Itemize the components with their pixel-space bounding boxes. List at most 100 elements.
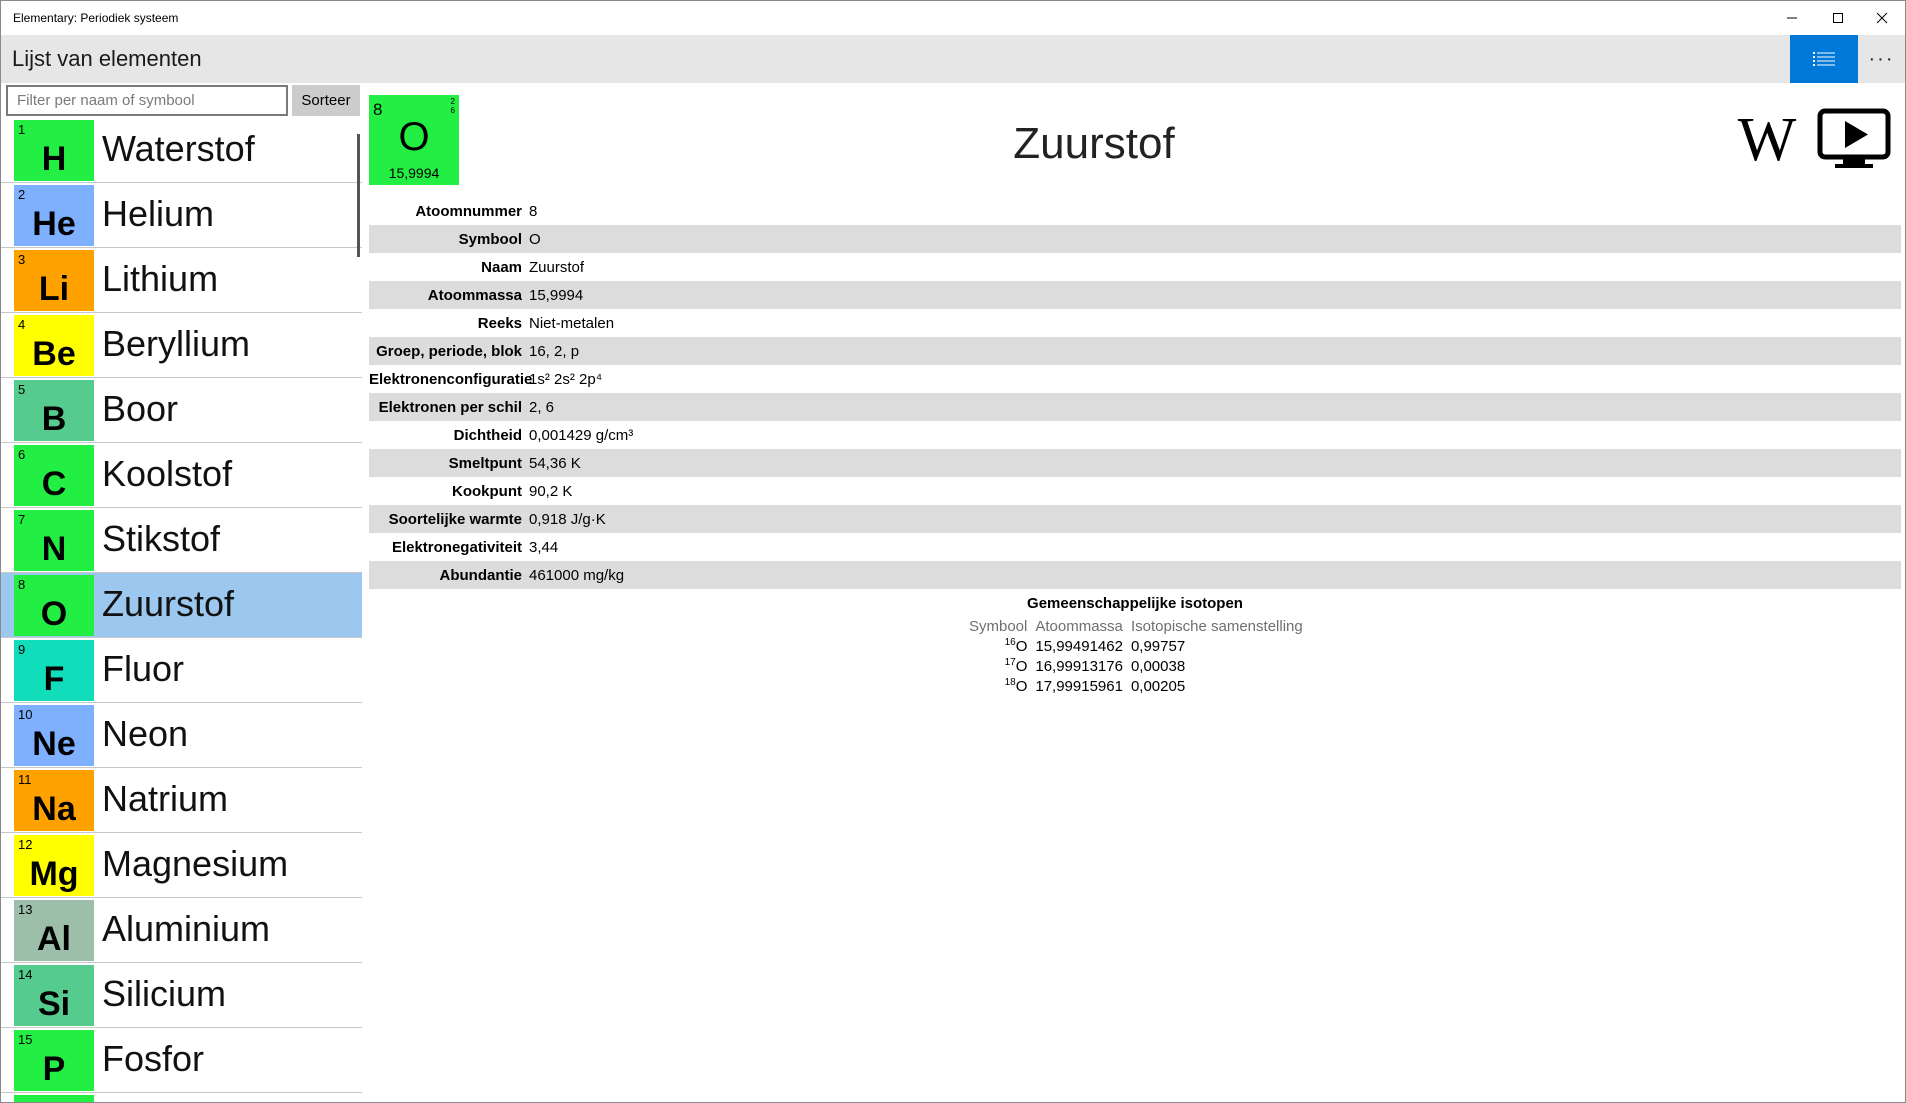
element-list-item[interactable]: 15 P Fosfor [1, 1028, 362, 1093]
element-name: Natrium [102, 778, 229, 819]
element-list-item[interactable]: 5 B Boor [1, 378, 362, 443]
property-value: 15,9994 [529, 286, 584, 304]
element-list-item[interactable]: 4 Be Beryllium [1, 313, 362, 378]
element-list-item[interactable]: 6 C Koolstof [1, 443, 362, 508]
element-number: 11 [18, 772, 32, 787]
element-symbol: H [41, 140, 67, 178]
element-number: 5 [18, 382, 26, 397]
property-row: Elektronegativiteit 3,44 [369, 533, 1901, 561]
video-play-icon[interactable] [1817, 108, 1891, 170]
element-list-item[interactable]: 11 Na Natrium [1, 768, 362, 833]
element-list-item[interactable]: 3 Li Lithium [1, 248, 362, 313]
element-number: 15 [18, 1032, 33, 1047]
element-symbol: F [43, 660, 65, 698]
isotope-symbol-text: O [1015, 678, 1028, 695]
minimize-icon [1787, 17, 1797, 19]
element-tile: 14 Si [14, 965, 94, 1026]
isotope-row: 18O 17,99915961 0,00205 [965, 677, 1307, 697]
element-number: 8 [18, 577, 26, 592]
element-list[interactable]: 1 H Waterstof 2 He Helium 3 Li Lithium 4 Be Berylli… [1, 118, 362, 1102]
property-label: Elektronen per schil [378, 398, 522, 416]
isotope-symbol-text: O [1015, 658, 1028, 675]
element-number: 6 [18, 447, 26, 462]
property-label: Kookpunt [452, 482, 522, 500]
property-label: Groep, periode, blok [376, 342, 522, 360]
minimize-button[interactable] [1769, 1, 1815, 35]
property-value: 8 [529, 202, 538, 220]
property-row: Soortelijke warmte 0,918 J/g·K [369, 505, 1901, 533]
element-symbol: P [42, 1050, 66, 1088]
property-value: 90,2 K [529, 482, 573, 500]
property-value: O [529, 230, 541, 248]
property-row: Smeltpunt 54,36 K [369, 449, 1901, 477]
element-name: Zuurstof [102, 583, 235, 624]
property-label: Abundantie [439, 566, 523, 584]
element-name-title: Zuurstof [1013, 119, 1175, 168]
element-number: 13 [18, 902, 33, 917]
sort-button[interactable]: Sorteer [292, 85, 360, 116]
element-name: Aluminium [102, 908, 271, 949]
filter-input[interactable] [6, 85, 288, 116]
isotopes-section: Gemeenschappelijke isotopen Symbool Atoo… [369, 595, 1901, 697]
list-scrollbar[interactable] [357, 134, 360, 257]
isotope-symbol: 18O [965, 677, 1031, 697]
property-label: Atoomnummer [415, 202, 522, 220]
element-number: 9 [18, 642, 26, 657]
wikipedia-icon[interactable]: W [1731, 109, 1803, 171]
element-tile: 8O [14, 575, 94, 636]
element-symbol: C [41, 465, 67, 503]
property-value: Niet-metalen [529, 314, 615, 332]
property-row: Symbool O [369, 225, 1901, 253]
isotope-symbol-text: O [1015, 638, 1028, 655]
property-row: Reeks Niet-metalen [369, 309, 1901, 337]
element-list-item[interactable]: 12 Mg Magnesium [1, 833, 362, 898]
element-name: Fluor [102, 648, 185, 689]
app-header: Lijst van elementen ··· [1, 35, 1905, 83]
element-list-item[interactable]: 14 Si Silicium [1, 963, 362, 1028]
element-number: 7 [18, 512, 26, 527]
maximize-button[interactable] [1815, 1, 1861, 35]
element-tile: 4 Be [14, 315, 94, 376]
property-value: 54,36 K [529, 454, 581, 472]
element-tile: 10 Ne [14, 705, 94, 766]
property-value: 0,001429 g/cm³ [529, 426, 634, 444]
element-list-item[interactable]: 2 He Helium [1, 183, 362, 248]
element-list-item[interactable]: 13 Al Aluminium [1, 898, 362, 963]
isotope-composition: 0,00038 [1130, 658, 1186, 675]
isotope-mass: 17,99915961 [1035, 678, 1123, 695]
element-name: Stikstof [102, 518, 221, 559]
property-value: Zuurstof [529, 258, 585, 276]
element-tile: 3 Li [14, 250, 94, 311]
element-symbol: He [32, 205, 76, 243]
element-tile: 5B [14, 380, 94, 441]
element-list-item[interactable]: 7 N Stikstof [1, 508, 362, 573]
element-symbol: Al [37, 920, 71, 958]
close-button[interactable] [1859, 1, 1905, 35]
isotope-composition: 0,99757 [1130, 638, 1186, 655]
element-list-item[interactable] [1, 1093, 362, 1102]
title-bar: Elementary: Periodiek systeem [1, 1, 1905, 35]
isotope-mass: 16,99913176 [1035, 658, 1123, 675]
element-tile: 13 Al [14, 900, 94, 961]
element-symbol: Li [38, 270, 70, 308]
element-list-item[interactable]: 8 O Zuurstof [1, 573, 362, 638]
element-list-item[interactable]: 10 Ne Neon [1, 703, 362, 768]
element-tile: 6C [14, 445, 94, 506]
element-list-item[interactable]: 9 F Fluor [1, 638, 362, 703]
element-symbol: Na [32, 790, 76, 828]
element-number: 1 [18, 122, 26, 137]
property-label: Dichtheid [453, 426, 522, 444]
more-options-button[interactable]: ··· [1858, 35, 1905, 83]
element-name: Magnesium [102, 843, 289, 884]
element-detail: 8 26 O 15,9994 Zuurstof W Atoomnummer 8 Sy… [369, 95, 1905, 1102]
element-name: Lithium [102, 258, 219, 299]
property-row: Dichtheid 0,001429 g/cm³ [369, 421, 1901, 449]
element-list-item[interactable]: 1 H Waterstof [1, 118, 362, 183]
property-label: Naam [481, 258, 522, 276]
isotope-symbol: 16O [965, 637, 1031, 657]
element-name: Silicium [102, 973, 227, 1014]
element-name: Boor [102, 388, 179, 429]
element-tile: 9F [14, 640, 94, 701]
list-view-button[interactable] [1790, 35, 1858, 83]
element-tile: 7N [14, 510, 94, 571]
